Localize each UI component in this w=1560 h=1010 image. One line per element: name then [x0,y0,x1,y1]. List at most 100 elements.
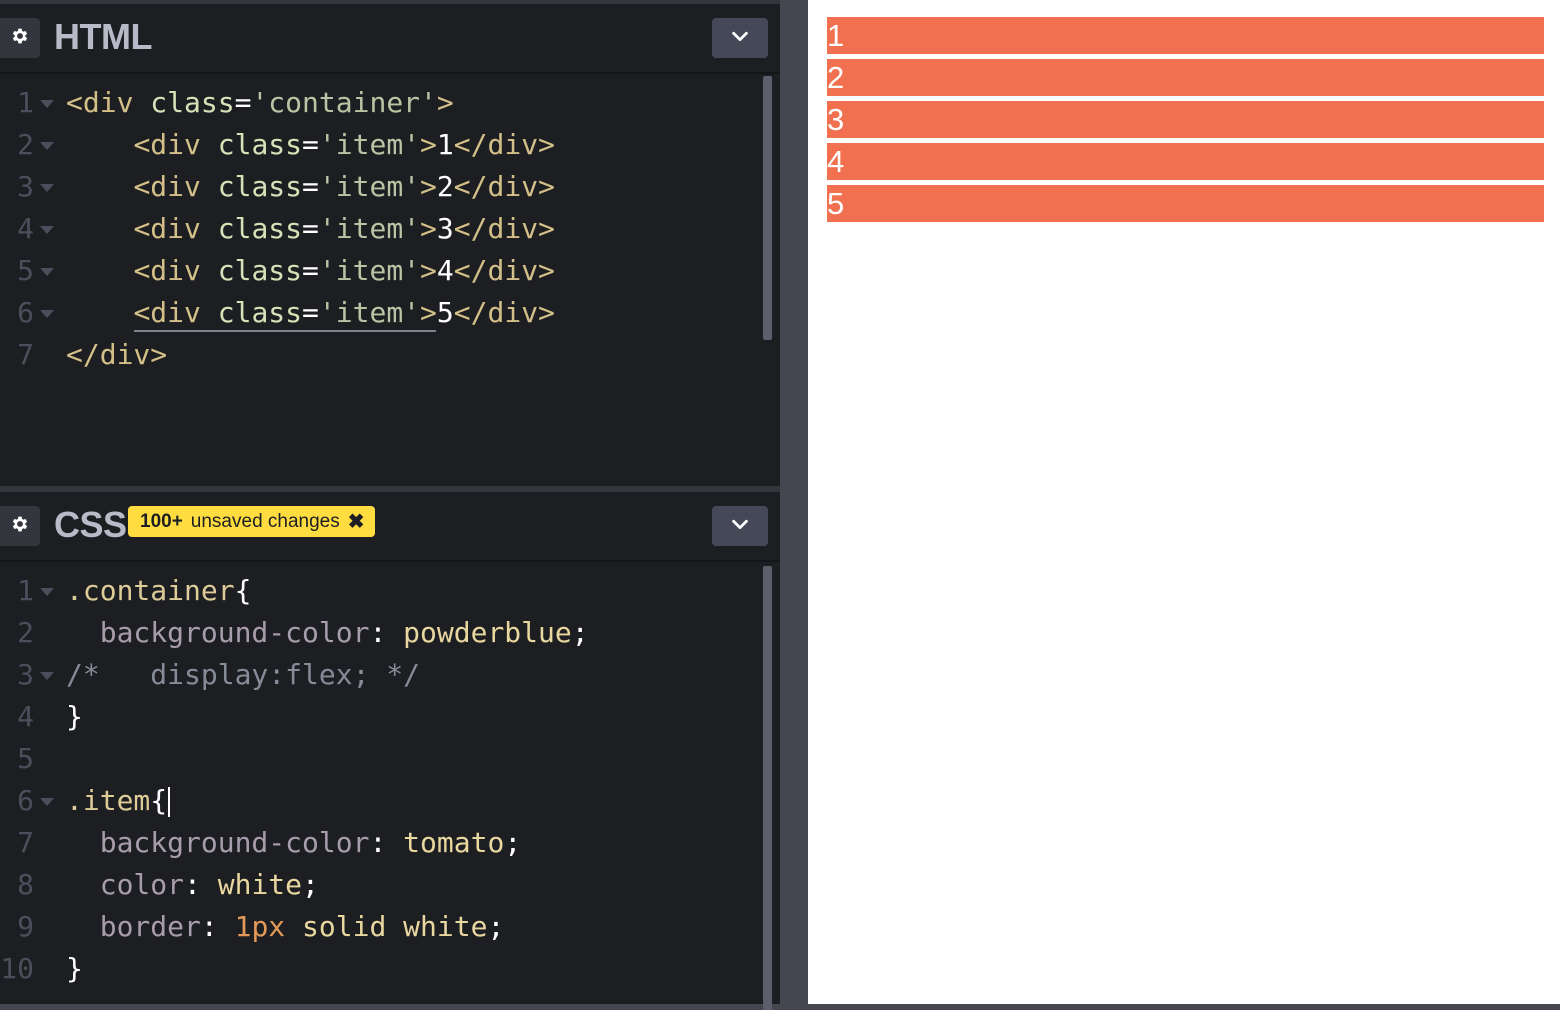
preview-item: 5 [826,184,1545,223]
code-token: { [234,574,252,607]
code-token: = [302,212,319,245]
code-token: 1 [436,128,454,161]
code-token: ; [487,910,505,943]
html-collapse-button[interactable] [712,18,768,58]
code-token: = [234,86,252,119]
unsaved-changes-badge[interactable]: 100+ unsaved changes ✖ [128,506,375,537]
code-line[interactable]: 7 background-color: tomato; [0,822,762,864]
code-token: class [217,296,303,329]
code-line[interactable]: 4 <div class='item'>3</div> [0,208,762,250]
preview-item: 1 [826,16,1545,55]
code-line[interactable]: 10} [0,948,762,990]
code-token: /* display:flex; */ [66,658,421,691]
code-token: <div [133,170,218,203]
fold-arrow-icon[interactable] [40,798,54,806]
chevron-down-icon [729,25,751,52]
code-text: <div class='item'>1</div> [66,124,554,166]
code-token: class [217,170,303,203]
code-line[interactable]: 1 .container{ [0,570,762,612]
code-text: .item{ [66,780,171,822]
css-settings-button[interactable] [0,506,40,546]
line-number: 8 [17,868,34,901]
code-token: 'item' [318,170,421,203]
code-token: <div [66,86,151,119]
code-line[interactable]: 3 <div class='item'>2</div> [0,166,762,208]
pane-resize-divider[interactable] [780,0,808,1004]
code-token: <div [133,296,218,329]
html-pane-title: HTML [54,16,152,57]
code-token: : [184,868,218,901]
line-number: 1 [17,86,34,119]
fold-arrow-icon[interactable] [40,184,54,192]
code-line[interactable]: 8 color: white; [0,864,762,906]
code-token: background-color [99,616,370,649]
line-number: 5 [17,742,34,775]
fold-arrow-icon[interactable] [40,672,54,680]
code-text: } [66,948,83,990]
gear-icon [10,26,30,51]
text-cursor [168,787,171,817]
unsaved-label: unsaved changes [190,510,340,532]
css-editor-scrollbar[interactable] [763,566,772,1010]
css-pane-title: CSS [54,504,127,545]
code-line[interactable]: 7 </div> [0,334,762,376]
css-editor-pane: CSS 100+ unsaved changes ✖ 1 .container{2… [0,486,780,1010]
fold-arrow-icon[interactable] [40,142,54,150]
code-token: .container [66,574,235,607]
code-token: </div> [453,254,555,287]
code-line[interactable]: 2 background-color: powderblue; [0,612,762,654]
css-pane-header: CSS 100+ unsaved changes ✖ [0,492,780,562]
code-token: white [217,868,303,901]
css-collapse-button[interactable] [712,506,768,546]
code-token: <div [133,254,218,287]
code-line[interactable]: 5 <div class='item'>4</div> [0,250,762,292]
line-number: 10 [0,952,34,985]
code-text: .container{ [66,570,251,612]
preview-item-label: 1 [827,18,845,53]
code-line[interactable]: 9 border: 1px solid white; [0,906,762,948]
line-number: 3 [17,658,34,691]
line-number: 7 [17,826,34,859]
fold-arrow-icon[interactable] [40,588,54,596]
fold-arrow-icon[interactable] [40,226,54,234]
code-token: 3 [436,212,454,245]
code-token: > [420,254,437,287]
code-token: class [150,86,235,119]
close-icon[interactable]: ✖ [348,509,365,534]
line-number: 5 [17,254,34,287]
code-token: border [99,910,201,943]
code-line[interactable]: 5 [0,738,762,780]
fold-arrow-icon[interactable] [40,100,54,108]
code-token: class [217,212,303,245]
code-token: : [369,826,404,859]
code-token: </div> [453,212,555,245]
code-text: color: white; [66,864,319,906]
fold-arrow-icon[interactable] [40,268,54,276]
code-line[interactable]: 1 <div class='container'> [0,82,762,124]
code-token: solid white [285,910,488,943]
html-settings-button[interactable] [0,18,40,58]
code-token: 1px [234,910,286,943]
code-line[interactable]: 4} [0,696,762,738]
css-code-editor[interactable]: 1 .container{2 background-color: powderbl… [0,570,762,990]
code-line[interactable]: 2 <div class='item'>1</div> [0,124,762,166]
matching-tag-underline [134,330,436,332]
line-number: 6 [17,784,34,817]
code-text: /* display:flex; */ [66,654,420,696]
fold-arrow-icon[interactable] [40,310,54,318]
html-pane-header: HTML [0,4,780,74]
preview-item: 4 [826,142,1545,181]
code-line[interactable]: 6 <div class='item'>5</div> [0,292,762,334]
code-line[interactable]: 3 /* display:flex; */ [0,654,762,696]
code-line[interactable]: 6 .item{ [0,780,762,822]
code-text: <div class='item'>3</div> [66,208,555,250]
code-token: ; [504,826,522,859]
chevron-down-icon [729,513,751,540]
html-editor-scrollbar[interactable] [763,76,772,340]
preview-item-label: 3 [827,102,845,137]
